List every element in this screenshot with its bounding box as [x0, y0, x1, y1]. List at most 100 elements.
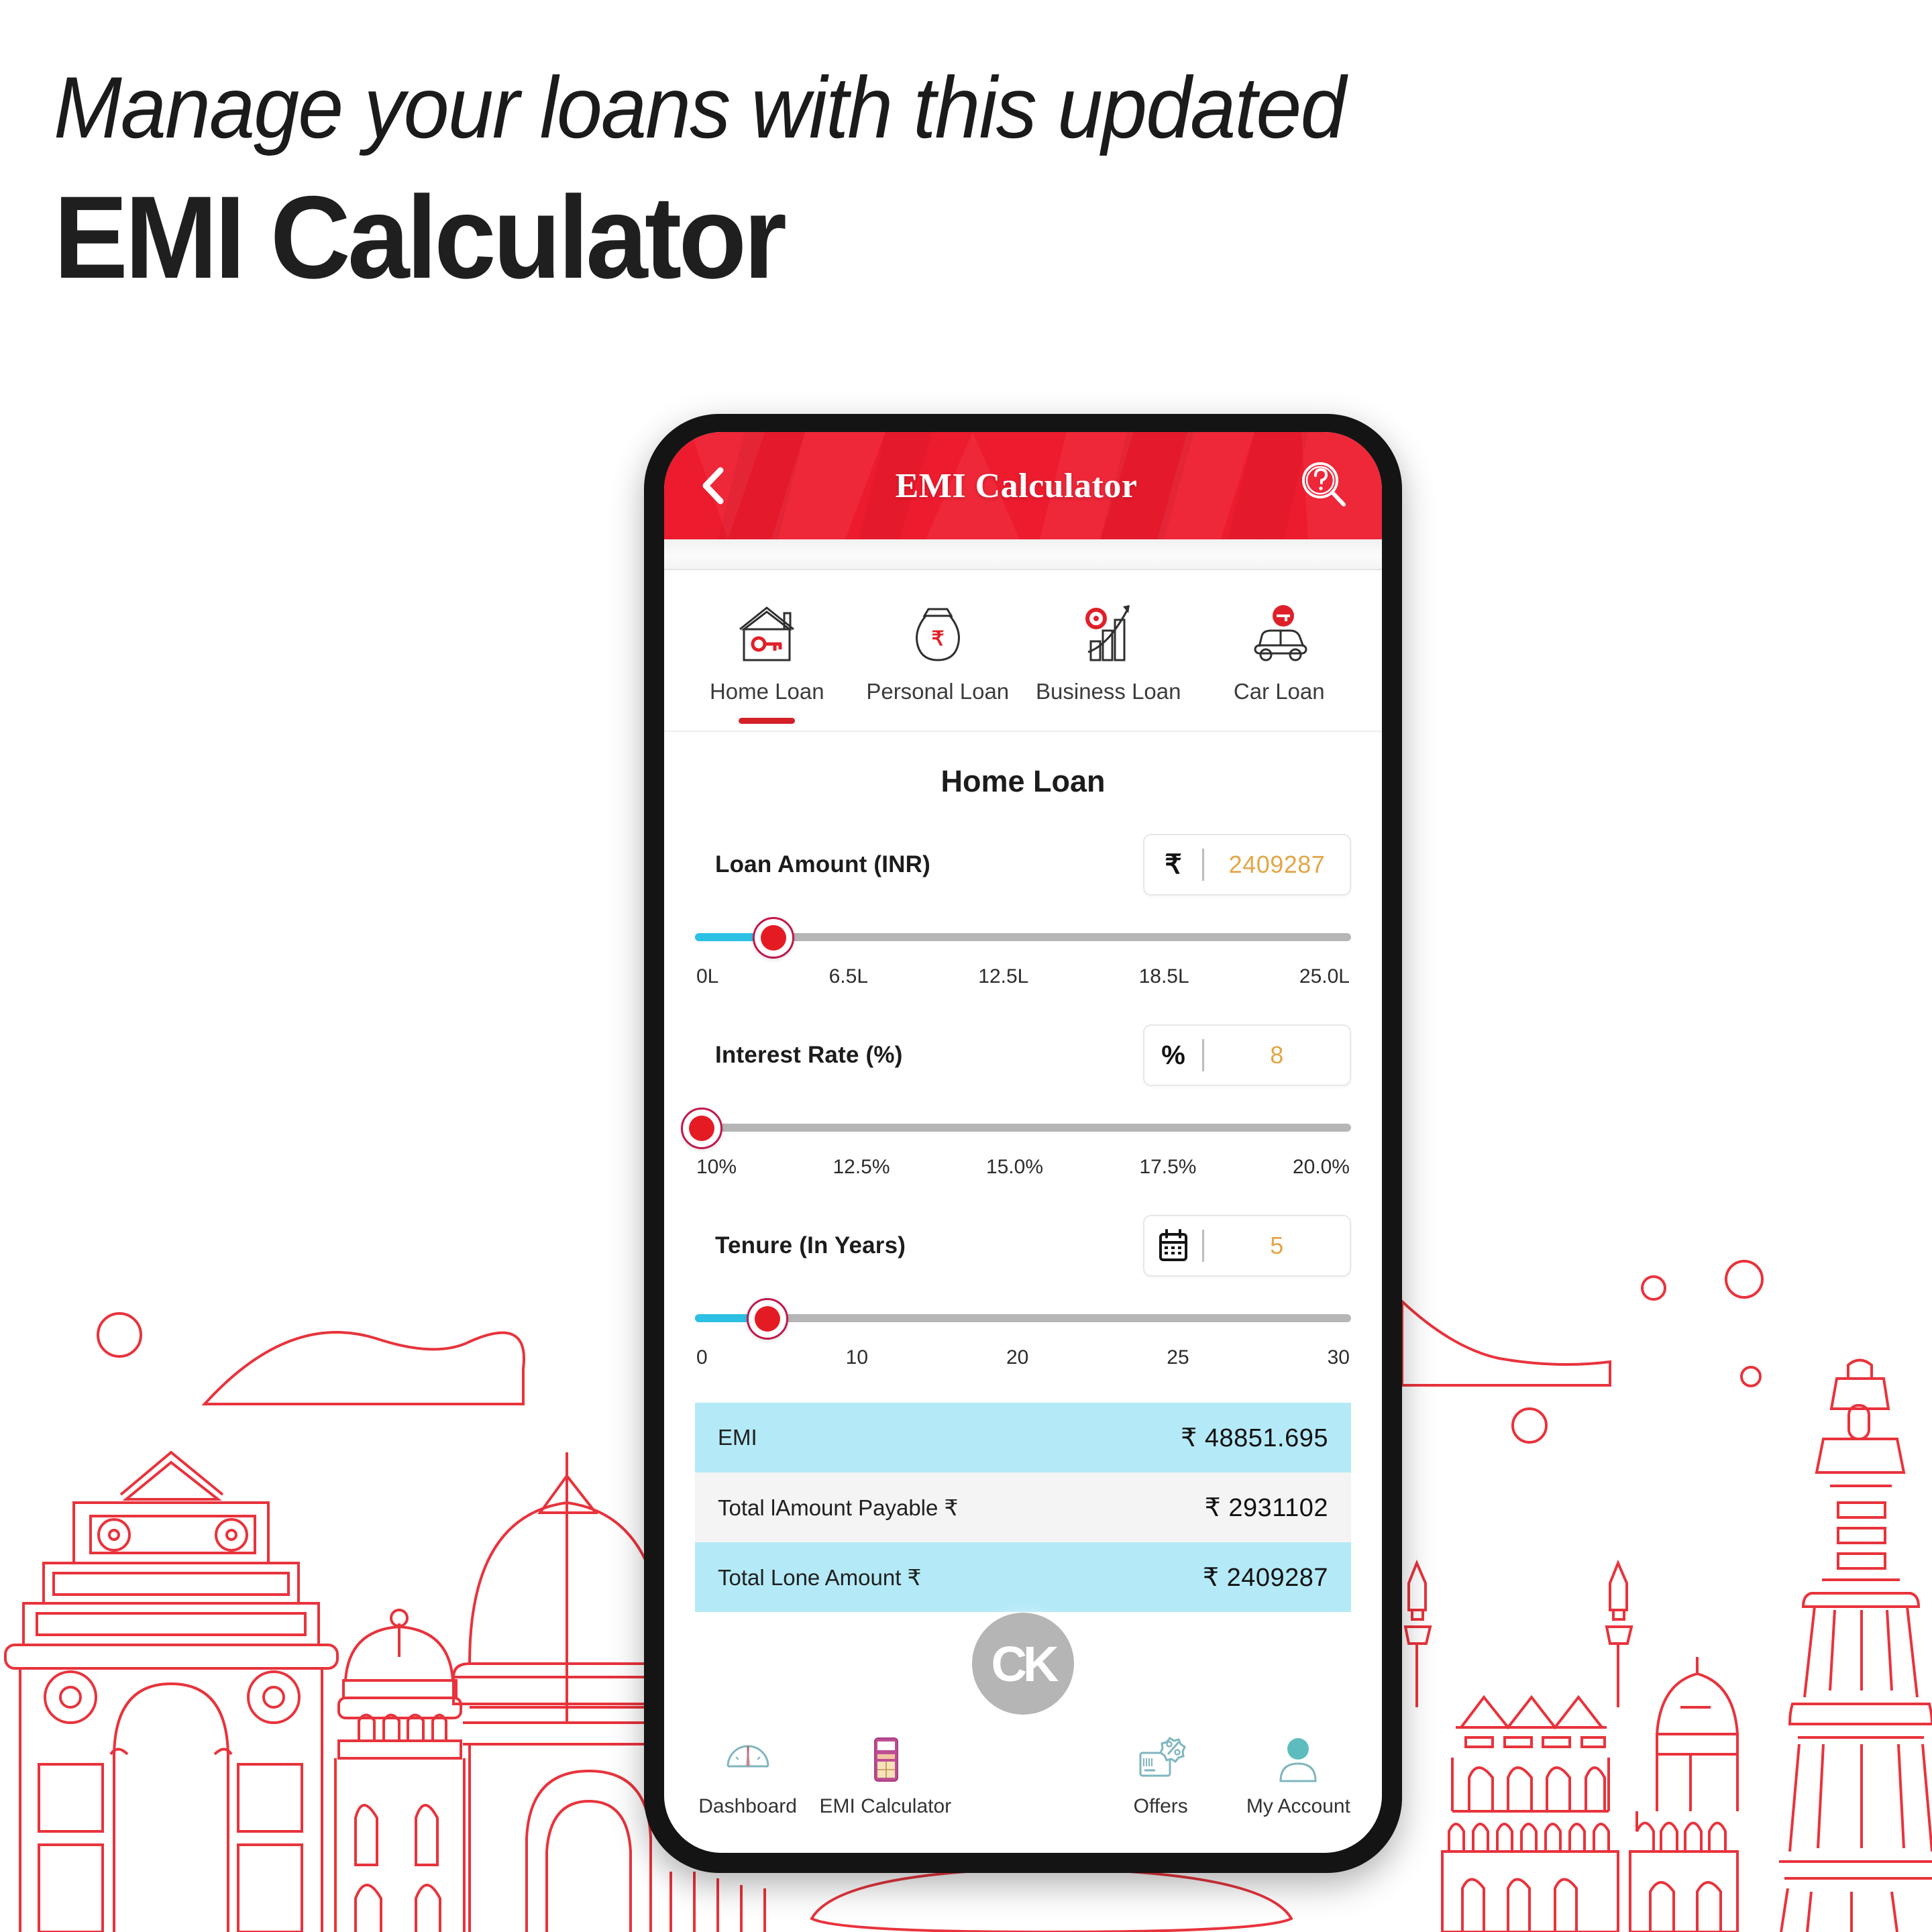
tenure-value: 5: [1270, 1232, 1284, 1259]
tab-active-underline: [910, 718, 966, 724]
field-label: Tenure (In Years): [715, 1232, 906, 1258]
tab-label: Business Loan: [1036, 679, 1181, 704]
tab-active-underline: [739, 718, 796, 724]
percent-icon: %: [1161, 1040, 1185, 1070]
cloud-right: [1401, 1298, 1611, 1387]
tick-label: 20: [1006, 1346, 1029, 1368]
tick-label: 20.0%: [1292, 1156, 1350, 1178]
phone-screen: EMI Calculator Home Loan ₹ Personal Loan…: [664, 432, 1382, 1853]
promo-headline-line2: EMI Calculator: [54, 172, 787, 303]
help-search-button[interactable]: [1297, 459, 1351, 513]
nav-label: EMI Calculator: [819, 1795, 952, 1817]
tab-personal-loan[interactable]: ₹ Personal Loan: [853, 600, 1024, 731]
result-value: ₹ 48851.695: [1181, 1424, 1328, 1452]
tick-label: 17.5%: [1139, 1156, 1197, 1178]
interest-rate-slider[interactable]: [680, 1108, 1351, 1149]
wall-lines-artwork: [669, 1872, 766, 1932]
result-label: Total lAmount Payable ₹: [718, 1495, 959, 1520]
app-header-bar: EMI Calculator: [664, 432, 1382, 539]
nav-label: Offers: [1133, 1795, 1188, 1817]
tab-label: Personal Loan: [866, 679, 1010, 704]
tick-label: 25: [1167, 1346, 1189, 1368]
decor-circle: [1725, 1260, 1764, 1299]
result-value: ₹ 2409287: [1202, 1563, 1328, 1592]
rupee-icon: ₹: [1165, 850, 1182, 879]
india-gate-artwork: [4, 1450, 339, 1932]
loan-amount-input[interactable]: ₹ 2409287: [1143, 834, 1351, 896]
nav-label: My Account: [1246, 1795, 1350, 1817]
slider-track: [695, 1124, 1351, 1132]
tenure-slider[interactable]: [695, 1298, 1351, 1340]
result-row-total-loan: Total Lone Amount ₹ ₹ 2409287: [695, 1542, 1351, 1612]
qutub-minar-artwork: [1779, 1358, 1932, 1932]
calculator-icon: [860, 1731, 911, 1788]
nav-item-my-account[interactable]: My Account: [1230, 1731, 1367, 1818]
growth-chart-icon: [1073, 600, 1143, 664]
back-button[interactable]: [694, 465, 735, 506]
tick-label: 10%: [696, 1156, 737, 1178]
result-row-emi: EMI ₹ 48851.695: [695, 1403, 1351, 1472]
interest-rate-value: 8: [1270, 1041, 1284, 1069]
results-table: EMI ₹ 48851.695 Total lAmount Payable ₹ …: [695, 1403, 1351, 1612]
result-value: ₹ 2931102: [1204, 1493, 1328, 1522]
slider-thumb[interactable]: [680, 1108, 722, 1149]
interest-rate-ticks: 10% 12.5% 15.0% 17.5% 20.0%: [695, 1156, 1351, 1179]
tab-business-loan[interactable]: Business Loan: [1023, 600, 1194, 731]
page-title: EMI Calculator: [895, 466, 1138, 505]
ck-watermark-text: CK: [991, 1635, 1059, 1692]
bottom-navigation: Dashboard EMI Calculator Offers My Accou…: [664, 1719, 1382, 1853]
tick-label: 10: [845, 1346, 869, 1368]
result-row-total-payable: Total lAmount Payable ₹ ₹ 2931102: [695, 1472, 1351, 1542]
tick-label: 12.5L: [978, 965, 1029, 987]
tick-label: 15.0%: [985, 1156, 1044, 1178]
help-search-icon: [1302, 462, 1346, 506]
field-loan-amount: Loan Amount (INR) ₹ 2409287 0L 6.5L 12.5…: [695, 834, 1351, 988]
chevron-left-icon: [702, 467, 724, 504]
ground-shadow-artwork: [810, 1866, 1293, 1932]
result-label: Total Lone Amount ₹: [718, 1564, 922, 1590]
loan-amount-slider[interactable]: [695, 917, 1351, 959]
ck-watermark-logo: CK: [972, 1613, 1074, 1715]
tab-car-loan[interactable]: Car Loan: [1194, 600, 1365, 731]
tick-label: 18.5L: [1138, 965, 1189, 987]
tick-label: 0: [696, 1346, 708, 1368]
tenure-input[interactable]: 5: [1143, 1215, 1351, 1277]
tab-home-loan[interactable]: Home Loan: [682, 600, 853, 731]
decor-circle: [97, 1312, 142, 1358]
loan-amount-ticks: 0L 6.5L 12.5L 18.5L 25.0L: [695, 965, 1351, 988]
tab-label: Home Loan: [709, 679, 824, 704]
nav-item-dashboard[interactable]: Dashboard: [679, 1731, 816, 1818]
tick-label: 12.5%: [833, 1156, 890, 1178]
phone-mockup: EMI Calculator Home Loan ₹ Personal Loan…: [644, 414, 1402, 1873]
loan-amount-value: 2409287: [1228, 851, 1326, 878]
promo-headline-line1: Manage your loans with this updated: [54, 58, 1346, 156]
nav-item-offers[interactable]: Offers: [1092, 1731, 1230, 1818]
speedometer-icon: [722, 1731, 773, 1788]
cloud-left: [201, 1331, 525, 1405]
tab-active-underline: [1251, 718, 1307, 724]
nav-label: Dashboard: [698, 1795, 797, 1817]
slider-thumb[interactable]: [753, 917, 795, 959]
tick-label: 25.0L: [1299, 965, 1350, 987]
slider-track: [695, 1314, 1351, 1322]
car-icon: [1244, 600, 1314, 664]
field-interest-rate: Interest Rate (%) % 8 10% 12.5% 15.0% 17…: [680, 1024, 1351, 1179]
user-account-icon: [1273, 1731, 1324, 1788]
offer-tag-icon: [1135, 1731, 1187, 1788]
field-label: Interest Rate (%): [715, 1042, 903, 1068]
calculator-body: Home Loan Loan Amount (INR) ₹ 2409287 0L…: [664, 732, 1382, 1719]
tick-label: 30: [1327, 1346, 1350, 1368]
money-bag-icon: ₹: [903, 600, 973, 664]
nav-item-emi-calculator[interactable]: EMI Calculator: [816, 1731, 954, 1818]
decor-circle: [1511, 1407, 1548, 1444]
tick-label: 0L: [696, 965, 719, 987]
slider-thumb[interactable]: [746, 1298, 788, 1340]
loan-type-tabs: Home Loan ₹ Personal Loan Business Loan …: [664, 570, 1382, 732]
interest-rate-input[interactable]: % 8: [1143, 1024, 1351, 1086]
section-title: Home Loan: [941, 764, 1106, 798]
field-label: Loan Amount (INR): [715, 851, 930, 877]
tick-label: 6.5L: [828, 965, 869, 987]
house-key-icon: [732, 600, 802, 664]
nav-center-spacer: [954, 1731, 1091, 1795]
tab-label: Car Loan: [1233, 679, 1325, 704]
